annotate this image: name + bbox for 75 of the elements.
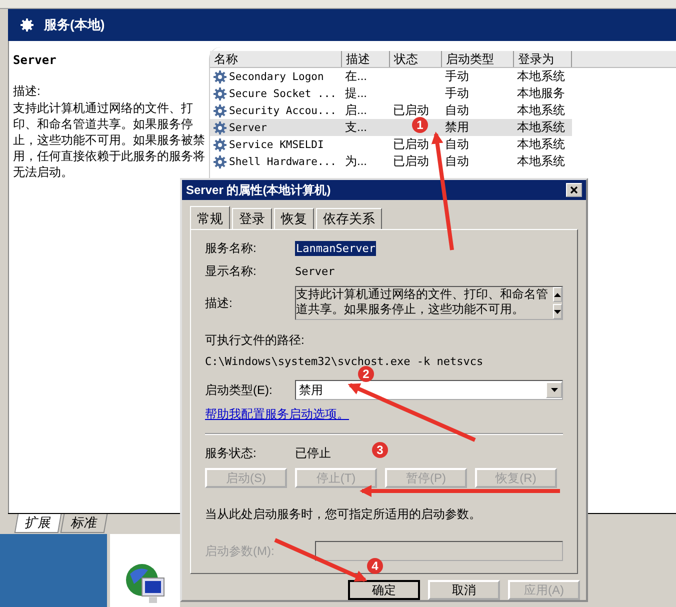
field-label: 可执行文件的路径: xyxy=(205,332,306,349)
table-cell: 本地系统 xyxy=(517,153,565,170)
up-arrow-icon xyxy=(554,292,561,296)
startup-type-dropdown[interactable]: 禁用 xyxy=(295,380,563,400)
caret-icon xyxy=(550,388,558,392)
down-arrow-icon xyxy=(554,310,561,314)
field-label: 启动类型(E): xyxy=(205,382,274,398)
table-cell: 手动 xyxy=(445,85,469,102)
dialog-tab[interactable]: 常规 xyxy=(190,206,230,229)
service-icon xyxy=(213,120,227,134)
dialog-title: Server 的属性(本地计算机) xyxy=(186,182,331,198)
service-icon xyxy=(213,70,227,84)
service-icon xyxy=(213,154,227,168)
dropdown-button[interactable] xyxy=(546,382,562,398)
gear-icon xyxy=(20,18,34,32)
hint-text: 当从此处启动服务时，您可指定所适用的启动参数。 xyxy=(205,506,482,523)
scroll-up-button[interactable] xyxy=(553,287,562,302)
display-name-value: Server xyxy=(295,265,335,278)
service-name-cell[interactable]: Service KMSELDI xyxy=(229,138,324,150)
scroll-down-button[interactable] xyxy=(553,304,562,319)
service-icon xyxy=(213,104,227,118)
parameters-field[interactable] xyxy=(315,541,563,561)
table-cell: 已启动 xyxy=(393,136,429,153)
service-name-cell[interactable]: Security Accou... xyxy=(229,104,336,116)
column-header[interactable]: 描述 xyxy=(342,51,390,67)
field-label: 描述: xyxy=(205,294,234,312)
service-icon xyxy=(213,86,227,100)
table-cell: 为... xyxy=(345,153,368,170)
column-header[interactable]: 状态 xyxy=(390,51,442,67)
dialog-button[interactable]: 取消 xyxy=(428,580,500,600)
path-value: C:\Windows\system32\svchost.exe -k netsvcs xyxy=(205,355,484,368)
service-name-cell[interactable]: Shell Hardware... xyxy=(229,156,336,168)
help-link[interactable]: 帮助我配置服务启动选项。 xyxy=(205,407,349,421)
dialog-button[interactable]: 确定 xyxy=(348,580,420,600)
column-header[interactable]: 名称 xyxy=(210,51,342,67)
dialog-tab[interactable]: 依存关系 xyxy=(316,208,382,229)
field-label: 显示名称: xyxy=(205,263,258,280)
dialog-tab[interactable]: 登录 xyxy=(232,208,272,229)
field-label: 启动参数(M): xyxy=(205,542,276,560)
view-tab[interactable]: 扩展 xyxy=(14,514,62,533)
header-title: 服务(本地) xyxy=(44,16,105,34)
table-cell: 本地系统 xyxy=(517,102,565,119)
service-icon xyxy=(213,138,227,152)
service-name: Server xyxy=(13,53,58,67)
field-label: 服务名称: xyxy=(205,240,258,257)
dialog-tab[interactable]: 恢复 xyxy=(274,208,314,229)
column-header[interactable]: 登录为 xyxy=(514,51,572,67)
table-cell: 已启动 xyxy=(393,153,429,170)
table-cell: 自动 xyxy=(445,136,469,153)
table-cell: 提... xyxy=(345,85,368,102)
service-name-cell[interactable]: Secure Socket ... xyxy=(229,88,336,100)
table-cell: 在... xyxy=(345,68,368,85)
table-cell: 本地系统 xyxy=(517,136,565,153)
service-name-cell[interactable]: Secondary Logon xyxy=(229,70,324,82)
table-cell: 自动 xyxy=(445,153,469,170)
table-cell: 支... xyxy=(345,119,368,136)
table-cell: 本地服务 xyxy=(517,85,565,102)
column-header[interactable]: 启动类型 xyxy=(442,51,514,67)
table-cell: 手动 xyxy=(445,68,469,85)
table-cell: 已启动 xyxy=(393,102,429,119)
table-cell: 禁用 xyxy=(445,119,469,136)
description-box[interactable]: 支持此计算机通过网络的文件、打印、和命名管道共享。如果服务停止，这些功能不可用。 xyxy=(295,286,563,320)
status-value: 已停止 xyxy=(295,445,331,462)
close-button[interactable] xyxy=(566,183,582,197)
table-cell: 启... xyxy=(345,102,368,119)
description-label: 描述: xyxy=(13,83,42,100)
table-cell: 本地系统 xyxy=(517,119,565,136)
view-tab[interactable]: 标准 xyxy=(60,514,108,533)
service-description: 支持此计算机通过网络的文件、打印、和命名管道共享。如果服务停止，这些功能不可用。如果服务被禁用，任何直接依赖于此服务的服务将无法启动。 xyxy=(13,100,206,180)
field-label: 服务状态: xyxy=(205,445,258,462)
table-cell: 自动 xyxy=(445,102,469,119)
globe-monitor-icon xyxy=(124,562,166,606)
service-name-value: LanmanServer xyxy=(295,241,376,256)
table-cell: 本地系统 xyxy=(517,68,565,85)
close-icon xyxy=(570,186,578,194)
